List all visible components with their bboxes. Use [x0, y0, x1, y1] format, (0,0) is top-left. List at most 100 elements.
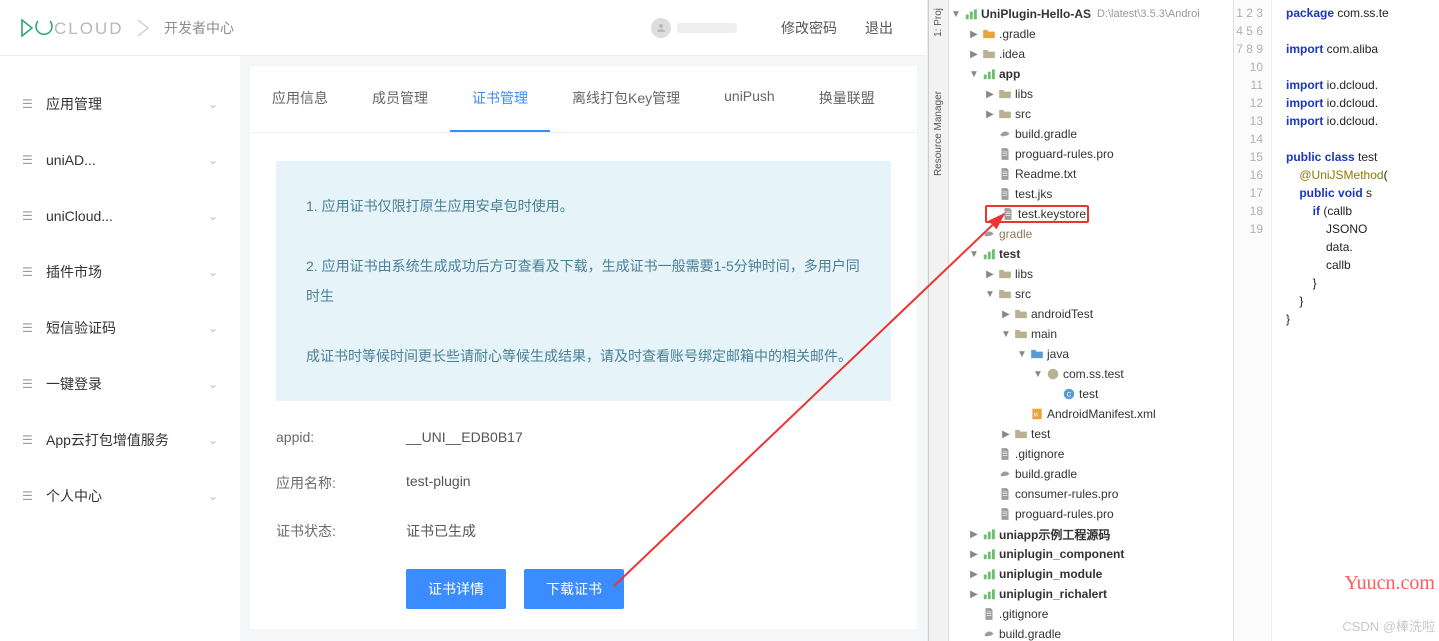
tree-node[interactable]: proguard-rules.pro	[949, 504, 1233, 524]
tree-node-label[interactable]: libs	[1015, 87, 1033, 101]
tree-node[interactable]: gradle	[949, 224, 1233, 244]
tree-node[interactable]: ▶ .gradle	[949, 24, 1233, 44]
sidebar-item-5[interactable]: ☰一键登录⌄	[0, 356, 240, 412]
logo[interactable]: CLOUD	[20, 17, 150, 39]
sidebar-item-7[interactable]: ☰个人中心⌄	[0, 468, 240, 524]
tree-node-label[interactable]: .idea	[999, 47, 1025, 61]
tree-node-label[interactable]: test.keystore	[1018, 207, 1086, 221]
tree-node[interactable]: ▶ libs	[949, 264, 1233, 284]
sidebar-item-6[interactable]: ☰App云打包增值服务⌄	[0, 412, 240, 468]
tree-node-label[interactable]: java	[1047, 347, 1069, 361]
tree-node-label[interactable]: proguard-rules.pro	[1015, 147, 1114, 161]
tree-node-label[interactable]: AndroidManifest.xml	[1047, 407, 1156, 421]
logout-link[interactable]: 退出	[865, 18, 893, 38]
tree-node-label[interactable]: build.gradle	[999, 627, 1061, 641]
tree-node-label[interactable]: .gitignore	[1015, 447, 1064, 461]
tree-node[interactable]: build.gradle	[949, 464, 1233, 484]
tree-node[interactable]: ▼ app	[949, 64, 1233, 84]
tree-node[interactable]: ▼ main	[949, 324, 1233, 344]
expand-icon[interactable]: ▼	[1001, 329, 1011, 340]
tree-node[interactable]: .gitignore	[949, 444, 1233, 464]
tree-node-label[interactable]: build.gradle	[1015, 127, 1077, 141]
tree-node[interactable]: Readme.txt	[949, 164, 1233, 184]
expand-icon[interactable]: ▶	[1001, 309, 1011, 320]
tab-3[interactable]: 离线打包Key管理	[550, 66, 702, 132]
expand-icon[interactable]: ▶	[969, 49, 979, 60]
tab-5[interactable]: 换量联盟	[797, 66, 897, 132]
tree-node[interactable]: test.jks	[949, 184, 1233, 204]
tree-node[interactable]: ▼src	[949, 284, 1233, 304]
sidebar-item-2[interactable]: ☰uniCloud...⌄	[0, 188, 240, 244]
tree-node-label[interactable]: test.jks	[1015, 187, 1052, 201]
download-cert-button[interactable]: 下载证书	[524, 569, 624, 609]
tree-node[interactable]: ▶ libs	[949, 84, 1233, 104]
tree-node-label[interactable]: consumer-rules.pro	[1015, 487, 1118, 501]
tree-node[interactable]: ▶ androidTest	[949, 304, 1233, 324]
expand-icon[interactable]: ▶	[969, 529, 979, 540]
tree-node[interactable]: ▶ uniplugin_component	[949, 544, 1233, 564]
tree-root[interactable]: ▼UniPlugin-Hello-ASD:\latest\3.5.3\Andro…	[949, 4, 1233, 24]
expand-icon[interactable]: ▶	[985, 89, 995, 100]
tree-node-label[interactable]: test	[999, 247, 1020, 261]
sidebar-item-0[interactable]: ☰应用管理⌄	[0, 76, 240, 132]
tree-node-label[interactable]: UniPlugin-Hello-AS	[981, 7, 1091, 21]
tree-node[interactable]: ▶ uniplugin_richalert	[949, 584, 1233, 604]
expand-icon[interactable]: ▼	[1033, 369, 1043, 380]
tree-node-label[interactable]: uniplugin_richalert	[999, 587, 1107, 601]
tree-node-label[interactable]: uniapp示例工程源码	[999, 526, 1110, 543]
tree-node[interactable]: ▼ java	[949, 344, 1233, 364]
expand-icon[interactable]: ▼	[951, 9, 961, 20]
expand-icon[interactable]: ▶	[969, 549, 979, 560]
change-password-link[interactable]: 修改密码	[781, 18, 837, 38]
expand-icon[interactable]: ▶	[1001, 429, 1011, 440]
code-editor[interactable]: 1 2 3 4 5 6 7 8 9 10 11 12 13 14 15 16 1…	[1234, 0, 1439, 641]
tree-node-label[interactable]: libs	[1015, 267, 1033, 281]
tree-node[interactable]: ▶ .idea	[949, 44, 1233, 64]
expand-icon[interactable]: ▶	[969, 589, 979, 600]
project-tree[interactable]: ▼UniPlugin-Hello-ASD:\latest\3.5.3\Andro…	[949, 0, 1234, 641]
tree-node-label[interactable]: test	[1031, 427, 1050, 441]
expand-icon[interactable]: ▼	[969, 69, 979, 80]
tree-node-label[interactable]: .gradle	[999, 27, 1036, 41]
tab-4[interactable]: uniPush	[702, 66, 797, 132]
tree-node-label[interactable]: uniplugin_component	[999, 547, 1124, 561]
tree-node-label[interactable]: proguard-rules.pro	[1015, 507, 1114, 521]
tree-node[interactable]: ▼ test	[949, 244, 1233, 264]
tree-node-label[interactable]: com.ss.test	[1063, 367, 1124, 381]
tree-node-label[interactable]: src	[1015, 287, 1031, 301]
tree-node-label[interactable]: Readme.txt	[1015, 167, 1076, 181]
tree-node[interactable]: test.keystore	[949, 204, 1233, 224]
tree-node-label[interactable]: src	[1015, 107, 1031, 121]
expand-icon[interactable]: ▶	[985, 109, 995, 120]
tree-node[interactable]: proguard-rules.pro	[949, 144, 1233, 164]
vtab-resource-manager[interactable]: Resource Manager	[933, 91, 944, 176]
expand-icon[interactable]: ▶	[969, 29, 979, 40]
tab-0[interactable]: 应用信息	[250, 66, 350, 132]
tree-node[interactable]: build.gradle	[949, 624, 1233, 641]
tree-node[interactable]: ▶ src	[949, 104, 1233, 124]
sidebar-item-4[interactable]: ☰短信验证码⌄	[0, 300, 240, 356]
tree-node[interactable]: .gitignore	[949, 604, 1233, 624]
tree-node[interactable]: consumer-rules.pro	[949, 484, 1233, 504]
cert-detail-button[interactable]: 证书详情	[406, 569, 506, 609]
tree-node-label[interactable]: app	[999, 67, 1020, 81]
expand-icon[interactable]: ▶	[985, 269, 995, 280]
expand-icon[interactable]: ▼	[1017, 349, 1027, 360]
tab-1[interactable]: 成员管理	[350, 66, 450, 132]
expand-icon[interactable]: ▶	[969, 569, 979, 580]
tree-node-label[interactable]: build.gradle	[1015, 467, 1077, 481]
tab-2[interactable]: 证书管理	[450, 66, 550, 132]
tree-node-label[interactable]: gradle	[999, 227, 1032, 241]
tree-node[interactable]: MAndroidManifest.xml	[949, 404, 1233, 424]
tree-node[interactable]: Ctest	[949, 384, 1233, 404]
tree-node-label[interactable]: uniplugin_module	[999, 567, 1102, 581]
tree-node[interactable]: build.gradle	[949, 124, 1233, 144]
tree-node[interactable]: ▶ uniapp示例工程源码	[949, 524, 1233, 544]
vtab-project[interactable]: 1: Proj	[933, 8, 944, 37]
tree-node-label[interactable]: test	[1079, 387, 1098, 401]
tree-node-label[interactable]: main	[1031, 327, 1057, 341]
code-text[interactable]: package com.ss.te import com.aliba impor…	[1272, 0, 1389, 641]
expand-icon[interactable]: ▼	[969, 249, 979, 260]
tree-node-label[interactable]: androidTest	[1031, 307, 1093, 321]
tree-node[interactable]: ▼ com.ss.test	[949, 364, 1233, 384]
